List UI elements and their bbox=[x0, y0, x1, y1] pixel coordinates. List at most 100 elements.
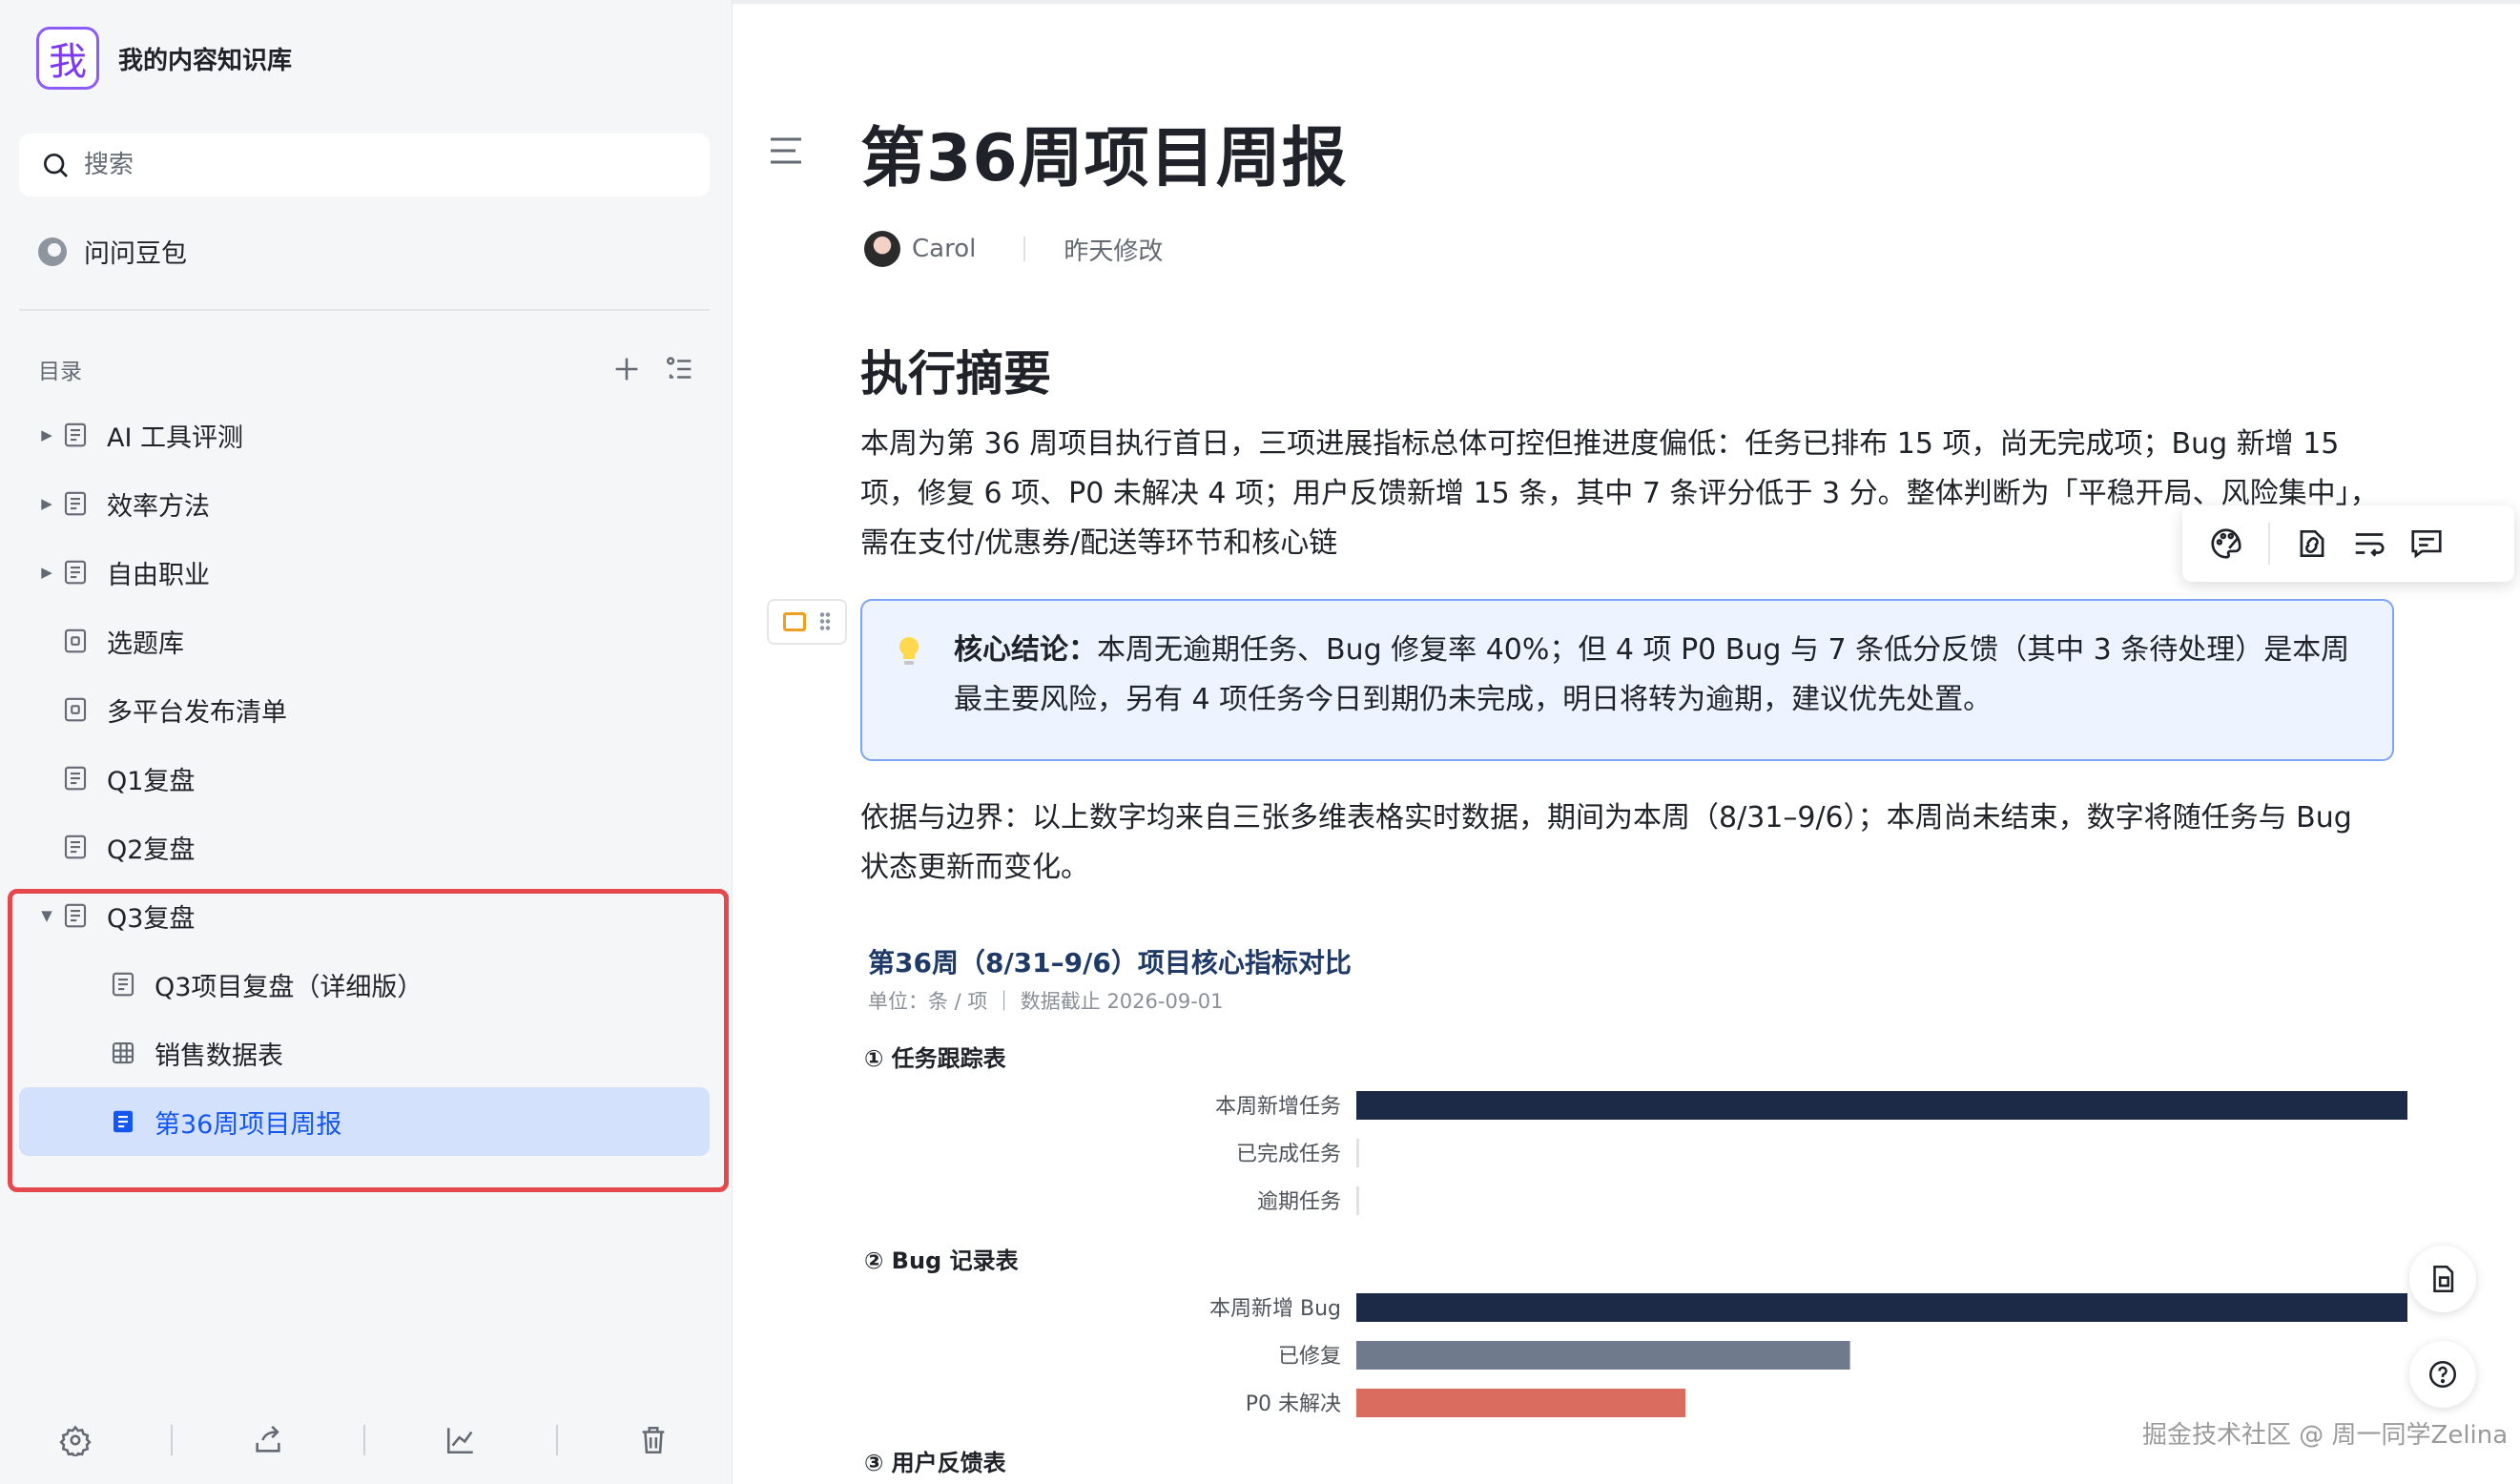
doc-icon bbox=[61, 489, 90, 518]
callout-label: 核心结论： bbox=[954, 633, 1097, 667]
help-button[interactable] bbox=[2409, 1341, 2476, 1408]
chart-bar-label: P0 未解决 bbox=[1246, 1392, 1341, 1416]
add-icon[interactable] bbox=[610, 353, 643, 385]
chart-bar bbox=[1356, 1341, 1850, 1370]
author-name[interactable]: Carol bbox=[912, 235, 976, 263]
chart-bar bbox=[1356, 1293, 2407, 1322]
sidebar-item-label: Q3项目复盘（详细版） bbox=[155, 972, 423, 1002]
footer-sep bbox=[362, 1425, 365, 1455]
caret-right-icon[interactable]: ▶ bbox=[32, 426, 61, 443]
sidebar-item[interactable]: ▶ 效率方法 bbox=[19, 469, 710, 538]
floating-toolbar bbox=[2182, 505, 2514, 582]
sidebar: 我 我的内容知识库 问问豆包 目录 ▶ AI 工具评测 ▶ 效率方法 ▶ 自由职业选题库多… bbox=[0, 0, 733, 1484]
doc-icon bbox=[61, 833, 90, 861]
doc-meta: Carol 昨天修改 bbox=[864, 231, 1163, 267]
chart-bar-label: 已完成任务 bbox=[1236, 1143, 1341, 1166]
toc-tree: ▶ AI 工具评测 ▶ 效率方法 ▶ 自由职业选题库多平台发布清单 Q1复盘 Q2复盘 ▼ Q3复… bbox=[19, 401, 710, 1156]
sidebar-item-label: Q2复盘 bbox=[107, 835, 196, 865]
sidebar-item[interactable]: ▼ Q3复盘 bbox=[19, 881, 710, 950]
chart-bar-label: 逾期任务 bbox=[1257, 1190, 1341, 1214]
doc-icon bbox=[61, 901, 90, 930]
search-input[interactable] bbox=[84, 151, 656, 179]
toolbar-separator bbox=[2268, 523, 2270, 565]
caret-right-icon[interactable]: ▶ bbox=[32, 495, 61, 512]
doc-icon bbox=[61, 764, 90, 793]
comment-icon[interactable] bbox=[2408, 526, 2445, 562]
drag-handle-icon[interactable] bbox=[819, 611, 831, 632]
footer-sep bbox=[556, 1425, 559, 1455]
sidebar-item[interactable]: 选题库 bbox=[19, 607, 710, 675]
sidebar-item[interactable]: ▶ 自由职业 bbox=[19, 538, 710, 607]
callout-block-icon bbox=[783, 612, 806, 631]
palette-icon[interactable] bbox=[2208, 526, 2244, 562]
sidebar-item-label: 效率方法 bbox=[107, 491, 210, 522]
sidebar-item[interactable]: Q1复盘 bbox=[19, 744, 710, 813]
sidebar-item[interactable]: ▶ AI 工具评测 bbox=[19, 401, 710, 469]
link-icon[interactable] bbox=[2294, 526, 2330, 562]
search-icon bbox=[44, 154, 68, 177]
chart-bar bbox=[1356, 1186, 1359, 1215]
table-icon bbox=[109, 1039, 137, 1067]
kb-logo: 我 bbox=[36, 27, 99, 90]
block-handle[interactable] bbox=[767, 599, 847, 645]
text-wrap-icon[interactable] bbox=[2351, 526, 2387, 562]
callout-block[interactable]: 核心结论：本周无逾期任务、Bug 修复率 40%；但 4 项 P0 Bug 与 … bbox=[860, 599, 2394, 761]
footer-sep bbox=[170, 1425, 173, 1455]
page-title: 第36周项目周报 bbox=[860, 121, 1348, 196]
search-box[interactable] bbox=[19, 134, 710, 196]
stats-icon[interactable] bbox=[444, 1424, 477, 1456]
watermark: 掘金技术社区 @ 周一同学Zelina bbox=[2142, 1421, 2509, 1450]
section-heading: 执行摘要 bbox=[860, 346, 1051, 402]
sidebar-divider bbox=[19, 309, 710, 311]
chart-subtitle: 单位：条 / 项 ｜ 数据截止 2026-09-01 bbox=[868, 990, 1224, 1013]
avatar[interactable] bbox=[864, 231, 900, 267]
sidebar-item[interactable]: Q3项目复盘（详细版） bbox=[19, 950, 710, 1019]
help-icon bbox=[2428, 1360, 2457, 1389]
caret-down-icon[interactable]: ▼ bbox=[32, 907, 61, 924]
outline-icon[interactable] bbox=[767, 134, 805, 168]
modified-time: 昨天修改 bbox=[1064, 237, 1164, 266]
chart-bar-label: 本周新增 Bug bbox=[1209, 1297, 1341, 1321]
chart-group-title: ① 任务跟踪表 bbox=[864, 1045, 1007, 1072]
toc-label: 目录 bbox=[38, 360, 82, 384]
toc-header: 目录 bbox=[38, 353, 696, 385]
board-icon bbox=[61, 627, 90, 655]
ask-doubao-button[interactable]: 问问豆包 bbox=[38, 233, 187, 270]
share-icon[interactable] bbox=[252, 1424, 284, 1456]
chart-bar bbox=[1356, 1091, 2407, 1120]
sidebar-item-label: Q1复盘 bbox=[107, 766, 196, 796]
chart-group-title: ③ 用户反馈表 bbox=[864, 1450, 1007, 1476]
meta-separator bbox=[1023, 237, 1026, 261]
sidebar-item[interactable]: 第36周项目周报 bbox=[19, 1087, 710, 1156]
kb-title: 我的内容知识库 bbox=[118, 46, 293, 75]
knowledge-base-header[interactable]: 我 我的内容知识库 bbox=[36, 27, 292, 90]
chart-bar bbox=[1356, 1139, 1359, 1167]
chart-title: 第36周（8/31–9/6）项目核心指标对比 bbox=[868, 947, 1352, 979]
trash-icon[interactable] bbox=[637, 1424, 670, 1456]
top-border bbox=[733, 0, 2520, 4]
summary-paragraph[interactable]: 本周为第 36 周项目执行首日，三项进展指标总体可控但推进度偏低：任务已排布 1… bbox=[860, 420, 2386, 568]
doc-icon bbox=[109, 970, 137, 999]
sidebar-item[interactable]: 多平台发布清单 bbox=[19, 675, 710, 744]
sidebar-item[interactable]: 销售数据表 bbox=[19, 1019, 710, 1087]
doc-info-button[interactable] bbox=[2409, 1246, 2476, 1312]
caret-right-icon[interactable]: ▶ bbox=[32, 564, 61, 581]
document-area: 第36周项目周报 Carol 昨天修改 执行摘要 本周为第 36 周项目执行首日… bbox=[733, 0, 2520, 1484]
sidebar-item-label: 第36周项目周报 bbox=[155, 1109, 342, 1140]
settings-icon[interactable] bbox=[58, 1424, 92, 1456]
doc-icon bbox=[61, 558, 90, 587]
callout-text: 本周无逾期任务、Bug 修复率 40%；但 4 项 P0 Bug 与 7 条低分… bbox=[954, 633, 2350, 716]
chart-group-title: ② Bug 记录表 bbox=[864, 1247, 1020, 1274]
toc-list-icon[interactable] bbox=[664, 353, 696, 385]
sidebar-item-label: 多平台发布清单 bbox=[107, 697, 287, 728]
chart-bar-label: 本周新增任务 bbox=[1215, 1095, 1341, 1119]
chart-bar-label: 已修复 bbox=[1278, 1345, 1341, 1369]
sidebar-item-label: 自由职业 bbox=[107, 560, 210, 590]
sidebar-item-label: 销售数据表 bbox=[155, 1041, 283, 1071]
sidebar-item-label: AI 工具评测 bbox=[107, 423, 244, 453]
sidebar-item[interactable]: Q2复盘 bbox=[19, 813, 710, 881]
sidebar-item-label: Q3复盘 bbox=[107, 903, 196, 934]
sidebar-item-label: 选题库 bbox=[107, 629, 184, 659]
doc-icon bbox=[61, 421, 90, 449]
basis-paragraph[interactable]: 依据与边界：以上数字均来自三张多维表格实时数据，期间为本周（8/31–9/6）；… bbox=[860, 794, 2386, 893]
